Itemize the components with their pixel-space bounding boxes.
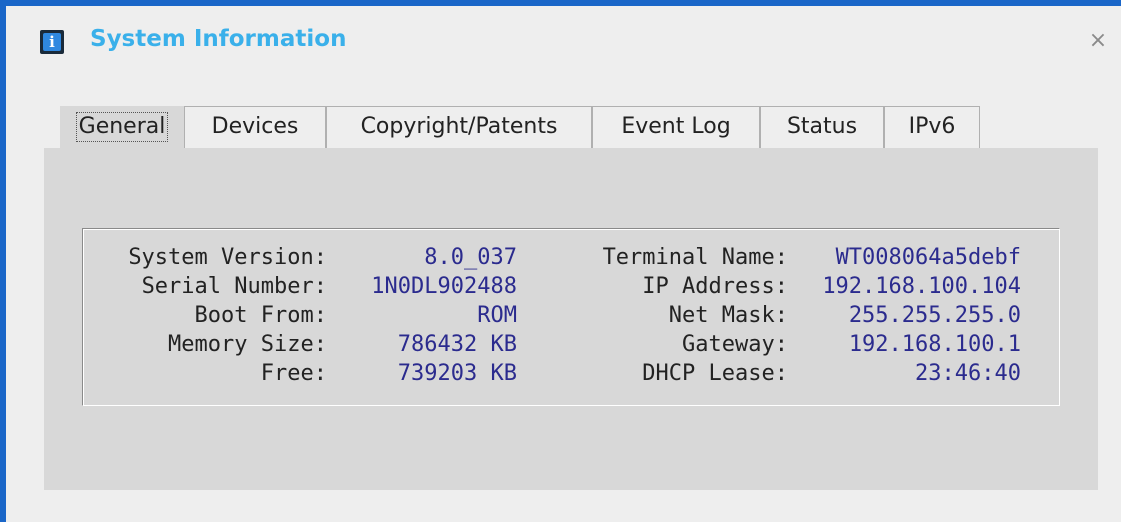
info-row: Serial Number: 1N0DL902488 IP Address: 1… [83,272,1059,301]
serial-number-value: 1N0DL902488 [371,274,517,299]
info-row: Memory Size: 786432 KB Gateway: 192.168.… [83,330,1059,359]
tab-general[interactable]: General [60,106,184,150]
boot-from-label: Boot From: [194,303,327,328]
tab-event-log[interactable]: Event Log [592,106,760,148]
tab-event-log-label: Event Log [621,114,731,139]
terminal-name-value: WT008064a5debf [835,245,1021,270]
free-memory-label: Free: [260,361,327,386]
tab-general-label: General [75,112,169,142]
window-title: System Information [90,26,347,52]
tab-devices-label: Devices [211,114,299,139]
net-mask-label: Net Mask: [668,303,788,328]
dhcp-lease-label: DHCP Lease: [642,361,788,386]
close-icon[interactable]: × [1087,30,1109,52]
gateway-label: Gateway: [682,332,788,357]
tab-status-label: Status [786,114,858,139]
ip-address-label: IP Address: [642,274,788,299]
tab-copyright-patents-label: Copyright/Patents [360,114,558,139]
info-icon: i [40,30,64,54]
general-tab-panel: System Version: 8.0_037 Terminal Name: W… [44,148,1098,490]
memory-size-label: Memory Size: [168,332,327,357]
tab-ipv6-label: IPv6 [908,114,956,139]
tab-status[interactable]: Status [760,106,884,148]
free-memory-value: 739203 KB [397,361,517,386]
info-row: Free: 739203 KB DHCP Lease: 23:46:40 [83,359,1059,388]
tab-ipv6[interactable]: IPv6 [884,106,980,148]
info-row: Boot From: ROM Net Mask: 255.255.255.0 [83,301,1059,330]
boot-from-value: ROM [477,303,517,328]
tab-copyright-patents[interactable]: Copyright/Patents [326,106,592,148]
info-icon-glyph: i [43,33,61,51]
serial-number-label: Serial Number: [141,274,327,299]
dhcp-lease-value: 23:46:40 [915,361,1021,386]
ip-address-value: 192.168.100.104 [822,274,1021,299]
memory-size-value: 786432 KB [397,332,517,357]
system-information-window: i System Information × General Devices C… [0,0,1121,522]
tab-devices[interactable]: Devices [184,106,326,148]
terminal-name-label: Terminal Name: [602,245,788,270]
system-info-box: System Version: 8.0_037 Terminal Name: W… [82,228,1060,406]
net-mask-value: 255.255.255.0 [848,303,1021,328]
gateway-value: 192.168.100.1 [848,332,1021,357]
system-version-label: System Version: [128,245,327,270]
info-row: System Version: 8.0_037 Terminal Name: W… [83,243,1059,272]
title-bar: i System Information × [6,6,1121,76]
system-version-value: 8.0_037 [424,245,517,270]
